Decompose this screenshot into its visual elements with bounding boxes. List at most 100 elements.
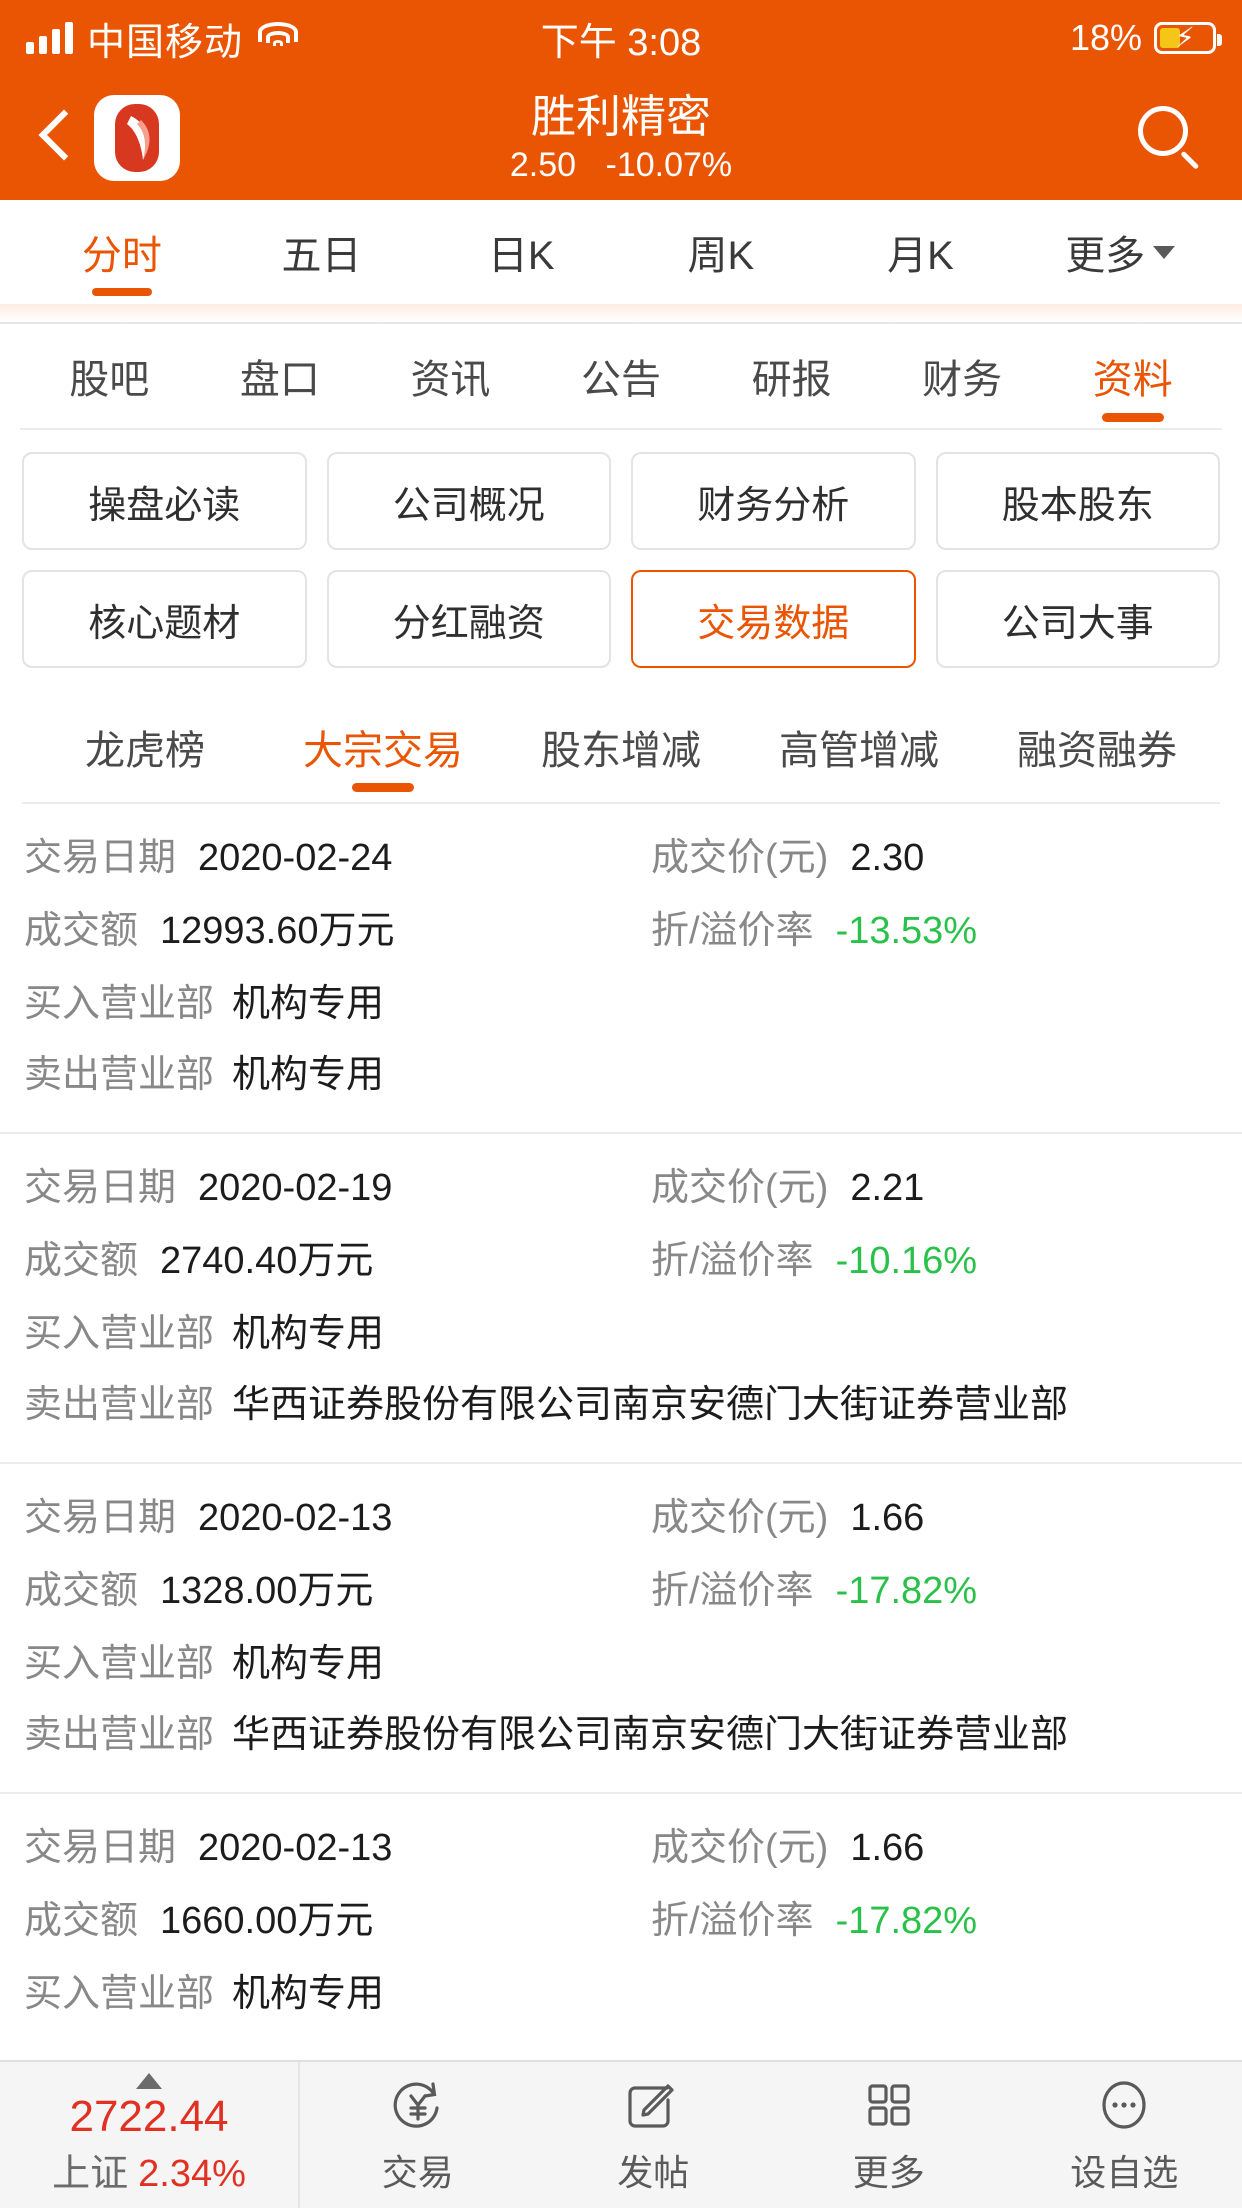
subtab-rongzirongquan[interactable]: 融资融券 [978,692,1216,802]
tab-zixun[interactable]: 资讯 [365,324,536,428]
bottom-item-trade[interactable]: 交易 [300,2074,536,2196]
table-row[interactable]: 交易日期 2020-02-13 成交额 1328.00万元 成交价(元) 1.6… [0,1464,1242,1794]
value-buyer: 机构专用 [232,1973,385,2015]
chart-tab-label: 日K [487,234,555,278]
table-row[interactable]: 交易日期 2020-02-13 成交额 1660.00万元 成交价(元) 1.6… [0,1794,1242,2051]
chart-tab-bar: 分时 五日 日K 周K 月K 更多 [0,200,1242,304]
category-button-jiaoyishuju[interactable]: 交易数据 [631,570,916,668]
index-value: 2722.44 [69,2092,229,2142]
label-price: 成交价(元) [651,837,829,879]
chart-tab-yuek[interactable]: 月K [821,200,1021,304]
record-left-col: 交易日期 2020-02-13 成交额 1660.00万元 [24,1816,621,1962]
record-premium-row: 折/溢价率 -10.16% [651,1229,1218,1284]
category-button-gongsidashi[interactable]: 公司大事 [935,570,1220,668]
chart-tab-zhouk[interactable]: 周K [621,200,821,304]
bottom-item-post[interactable]: 发帖 [536,2074,772,2196]
up-triangle-icon [136,2073,162,2090]
record-date-row: 交易日期 2020-02-13 [24,1816,621,1871]
chart-tab-label: 五日 [281,234,362,278]
label-amount: 成交额 [24,1900,139,1942]
subtab-label: 高管增减 [779,729,939,773]
carrier-label: 中国移动 [87,21,244,64]
subtab-gudongzengjian[interactable]: 股东增减 [502,692,740,802]
record-premium-row: 折/溢价率 -13.53% [651,899,1218,954]
chart-placeholder-strip [0,304,1242,322]
record-seller-row: 卖出营业部 华西证券股份有限公司南京安德门大街证券营业部 [24,1703,1218,1758]
block-trade-list: 交易日期 2020-02-24 成交额 12993.60万元 成交价(元) 2.… [0,804,1242,2051]
record-top: 交易日期 2020-02-13 成交额 1328.00万元 成交价(元) 1.6… [24,1486,1218,1632]
info-tab-label: 财务 [922,358,1003,402]
value-price: 2.21 [850,1167,925,1209]
grid-squares-icon [858,2074,920,2136]
record-date-row: 交易日期 2020-02-13 [24,1486,621,1541]
category-button-label: 公司大事 [1001,602,1154,645]
record-buyer-row: 买入营业部 机构专用 [24,1632,1218,1687]
market-index-widget[interactable]: 2722.44 上证 2.34% [0,2062,300,2208]
chart-tab-rik[interactable]: 日K [421,200,621,304]
label-price: 成交价(元) [651,1497,829,1539]
value-premium: -13.53% [835,910,978,952]
table-row[interactable]: 交易日期 2020-02-24 成交额 12993.60万元 成交价(元) 2.… [0,804,1242,1134]
compose-pencil-icon [622,2074,684,2136]
chart-tab-wuri[interactable]: 五日 [222,200,422,304]
category-button-caopanbidu[interactable]: 操盘必读 [22,452,307,550]
info-tab-label: 资料 [1092,358,1173,402]
table-row[interactable]: 交易日期 2020-02-19 成交额 2740.40万元 成交价(元) 2.2… [0,1134,1242,1464]
label-premium: 折/溢价率 [651,1900,814,1942]
label-price: 成交价(元) [651,1827,829,1869]
record-right-col: 成交价(元) 2.21 折/溢价率 -10.16% [621,1156,1218,1302]
chart-tab-label: 更多 [1065,234,1146,278]
category-button-fenhongrongzi[interactable]: 分红融资 [326,570,611,668]
index-summary: 上证 2.34% [52,2142,246,2197]
app-logo-icon[interactable] [94,95,180,181]
record-left-col: 交易日期 2020-02-24 成交额 12993.60万元 [24,826,621,972]
record-left-col: 交易日期 2020-02-19 成交额 2740.40万元 [24,1156,621,1302]
stock-change-pct: -10.07% [605,146,733,185]
value-amount: 2740.40万元 [160,1240,374,1282]
bottom-item-more[interactable]: 更多 [771,2074,1007,2196]
record-amount-row: 成交额 2740.40万元 [24,1229,621,1284]
tab-pankou[interactable]: 盘口 [195,324,366,428]
status-bar: 中国移动 下午 3:08 18% ⚡ [0,0,1242,76]
bottom-item-watchlist[interactable]: 设自选 [1007,2074,1242,2196]
subtab-gaoguanzengjian[interactable]: 高管增减 [740,692,978,802]
subtab-label: 融资融券 [1017,729,1177,773]
chart-tab-more[interactable]: 更多 [1020,200,1220,304]
tab-caiwu[interactable]: 财务 [877,324,1048,428]
record-top: 交易日期 2020-02-13 成交额 1660.00万元 成交价(元) 1.6… [24,1816,1218,1962]
subtab-label: 大宗交易 [303,729,463,773]
tab-yanbao[interactable]: 研报 [706,324,877,428]
back-chevron-icon[interactable] [32,103,88,173]
category-button-label: 公司概况 [392,484,545,527]
wifi-icon [257,22,299,54]
category-button-gubengudong[interactable]: 股本股东 [935,452,1220,550]
record-amount-row: 成交额 1660.00万元 [24,1889,621,1944]
category-button-caiwufenxi[interactable]: 财务分析 [631,452,916,550]
tab-guba[interactable]: 股吧 [24,324,195,428]
tab-gonggao[interactable]: 公告 [536,324,707,428]
bottom-item-label: 发帖 [617,2152,690,2193]
category-button-hexinticai[interactable]: 核心题材 [22,570,307,668]
index-name: 上证 [52,2152,129,2195]
value-date: 2020-02-19 [198,1167,393,1209]
value-price: 2.30 [850,837,925,879]
record-top: 交易日期 2020-02-19 成交额 2740.40万元 成交价(元) 2.2… [24,1156,1218,1302]
subtab-longhubang[interactable]: 龙虎榜 [26,692,264,802]
record-seller-row: 卖出营业部 机构专用 [24,1043,1218,1098]
search-icon[interactable] [1130,98,1210,178]
record-buyer-row: 买入营业部 机构专用 [24,972,1218,1027]
category-button-label: 财务分析 [697,484,850,527]
subtab-dazongjiaoyi[interactable]: 大宗交易 [264,692,502,802]
signal-bars-icon [26,22,73,54]
yen-exchange-icon [387,2074,449,2136]
value-amount: 12993.60万元 [160,910,395,952]
record-right-col: 成交价(元) 1.66 折/溢价率 -17.82% [621,1486,1218,1632]
category-button-gongsigaikuang[interactable]: 公司概况 [326,452,611,550]
chart-tab-fenshi[interactable]: 分时 [22,200,222,304]
value-premium: -10.16% [835,1240,978,1282]
value-seller: 机构专用 [232,1054,385,1096]
record-price-row: 成交价(元) 1.66 [651,1486,1218,1541]
battery-charging-icon: ⚡ [1154,22,1222,54]
value-premium: -17.82% [835,1900,978,1942]
tab-ziliao[interactable]: 资料 [1047,324,1218,428]
